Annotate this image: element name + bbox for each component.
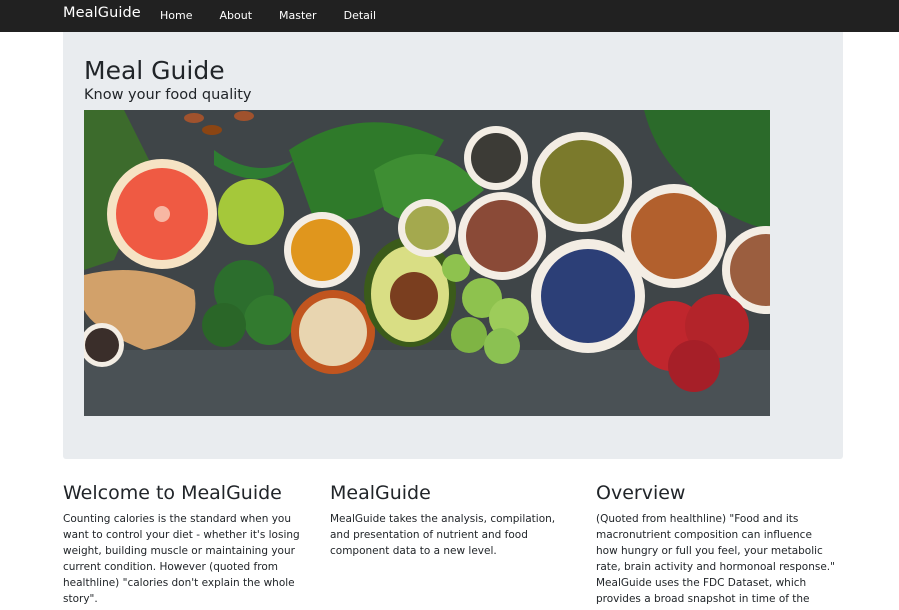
welcome-column: Welcome to MealGuide Counting calories i…: [63, 482, 303, 607]
welcome-heading: Welcome to MealGuide: [63, 482, 282, 504]
nav-link-master[interactable]: Master: [279, 0, 317, 32]
welcome-text: Counting calories is the standard when y…: [63, 512, 300, 605]
mealguide-column: MealGuide MealGuide takes the analysis, …: [330, 482, 570, 559]
overview-text: (Quoted from healthline) "Food and its m…: [596, 512, 835, 605]
page-title: Meal Guide: [84, 56, 225, 85]
mealguide-text: MealGuide takes the analysis, compilatio…: [330, 512, 556, 557]
overview-column: Overview (Quoted from healthline) "Food …: [596, 482, 836, 607]
top-navbar: MealGuide Home About Master Detail: [0, 0, 899, 32]
brand-link[interactable]: MealGuide: [63, 5, 141, 21]
nav-links: Home About Master Detail: [160, 0, 403, 32]
overview-heading: Overview: [596, 482, 686, 504]
nav-link-detail[interactable]: Detail: [344, 0, 376, 32]
hero-jumbotron: Meal Guide Know your food quality: [63, 32, 843, 459]
nav-link-about[interactable]: About: [219, 0, 252, 32]
nav-link-home[interactable]: Home: [160, 0, 192, 32]
page-subtitle: Know your food quality: [84, 87, 252, 103]
mealguide-heading: MealGuide: [330, 482, 431, 504]
hero-food-image: [84, 110, 770, 416]
